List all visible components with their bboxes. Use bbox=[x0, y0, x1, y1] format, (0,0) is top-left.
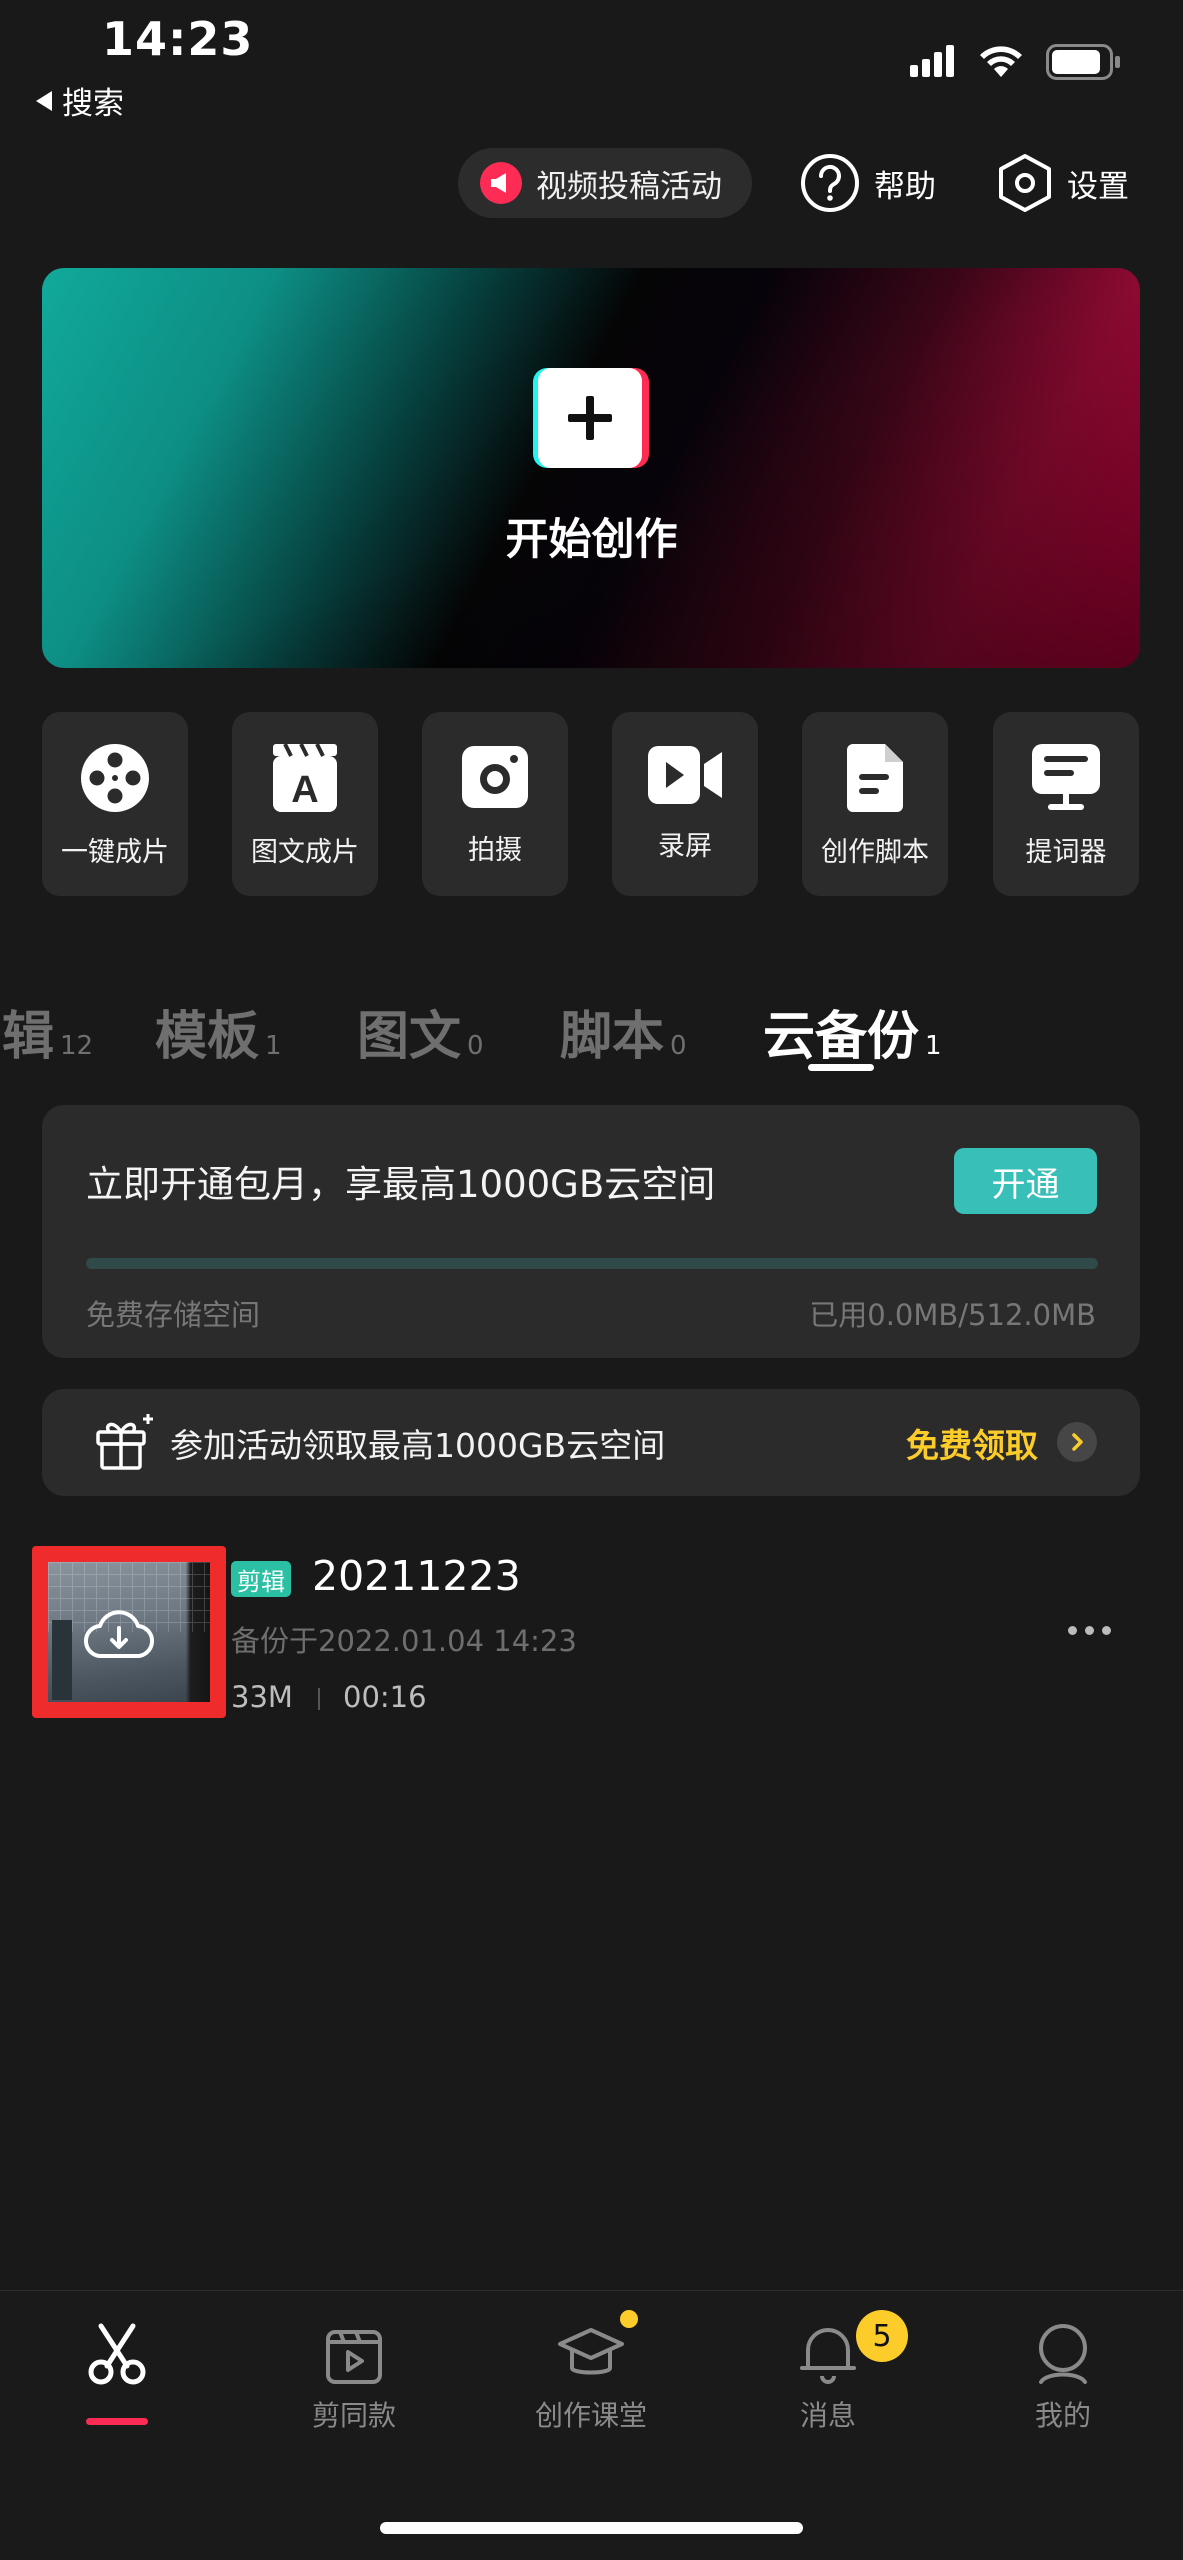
tab-cloud-backup[interactable]: 云备份 1 bbox=[763, 994, 942, 1069]
storage-used-value: 已用0.0MB/512.0MB bbox=[809, 1298, 1096, 1332]
tab-label: 辑 bbox=[2, 1007, 55, 1067]
dot bbox=[1085, 1626, 1094, 1635]
nav-label: 创作课堂 bbox=[534, 2399, 647, 2432]
back-arrow-icon bbox=[36, 90, 52, 111]
open-subscription-button[interactable]: 开通 bbox=[954, 1148, 1097, 1214]
plus-icon bbox=[568, 396, 612, 440]
help-button[interactable]: 帮助 bbox=[800, 148, 936, 218]
tool-label: 录屏 bbox=[658, 831, 712, 862]
nav-creation-class[interactable]: 创作课堂 bbox=[491, 2322, 691, 2434]
tab-count: 1 bbox=[925, 1031, 942, 1061]
tab-edit[interactable]: 辑 12 bbox=[2, 994, 93, 1069]
scissors-icon bbox=[88, 2323, 146, 2385]
tab-scripts[interactable]: 脚本 0 bbox=[560, 994, 687, 1069]
dot bbox=[1102, 1626, 1111, 1635]
nav-same-style[interactable]: 剪同款 bbox=[254, 2322, 454, 2434]
nav-label: 我的 bbox=[1034, 2399, 1091, 2432]
dot bbox=[1068, 1626, 1077, 1635]
back-to-search-link[interactable]: 搜索 bbox=[36, 78, 124, 123]
tab-count: 1 bbox=[265, 1031, 282, 1061]
wifi-icon bbox=[980, 46, 1022, 77]
tool-label: 创作脚本 bbox=[821, 837, 929, 868]
promo-label: 视频投稿活动 bbox=[536, 168, 722, 205]
help-icon bbox=[801, 154, 859, 212]
home-indicator bbox=[380, 2522, 803, 2534]
claim-free-link[interactable]: 免费领取 bbox=[906, 1419, 1038, 1467]
film-reel-icon bbox=[81, 744, 149, 812]
cellular-signal-icon bbox=[910, 45, 954, 77]
tool-text-to-video[interactable]: A 图文成片 bbox=[232, 712, 378, 896]
tab-count: 12 bbox=[60, 1031, 94, 1061]
tab-count: 0 bbox=[670, 1031, 687, 1061]
gift-icon bbox=[96, 1414, 153, 1470]
video-camera-icon bbox=[648, 746, 722, 804]
project-type-tag: 剪辑 bbox=[231, 1561, 291, 1597]
tab-graphic-text[interactable]: 图文 0 bbox=[357, 994, 484, 1069]
tool-screen-record[interactable]: 录屏 bbox=[612, 712, 758, 896]
tool-creation-script[interactable]: 创作脚本 bbox=[802, 712, 948, 896]
megaphone-icon bbox=[480, 162, 522, 204]
start-creating-banner[interactable] bbox=[42, 268, 1140, 668]
chevron-right-icon[interactable] bbox=[1057, 1422, 1097, 1462]
bell-icon bbox=[800, 2328, 856, 2384]
tool-one-click-video[interactable]: 一键成片 bbox=[42, 712, 188, 896]
status-time: 14:23 bbox=[102, 12, 254, 66]
project-backup-time: 备份于2022.01.04 14:23 bbox=[231, 1624, 577, 1658]
messages-count-badge: 5 bbox=[856, 2310, 908, 2362]
video-submission-event-button[interactable]: 视频投稿活动 bbox=[458, 148, 752, 218]
graduation-cap-icon bbox=[558, 2328, 624, 2375]
tab-templates[interactable]: 模板 1 bbox=[155, 994, 282, 1069]
nav-label: 剪同款 bbox=[311, 2399, 396, 2432]
tool-label: 拍摄 bbox=[468, 835, 522, 866]
tab-label: 图文 bbox=[357, 1007, 462, 1067]
cloud-download-icon[interactable] bbox=[84, 1606, 154, 1662]
status-icons bbox=[910, 44, 1122, 80]
active-nav-indicator bbox=[86, 2418, 148, 2425]
back-search-label: 搜索 bbox=[62, 86, 124, 122]
tool-teleprompter[interactable]: 提词器 bbox=[993, 712, 1139, 896]
clapper-a-icon: A bbox=[273, 743, 337, 812]
more-options-button[interactable] bbox=[1068, 1626, 1111, 1635]
settings-label: 设置 bbox=[1067, 168, 1129, 205]
script-doc-icon bbox=[847, 744, 903, 812]
cloud-subscription-title: 立即开通包月，享最高1000GB云空间 bbox=[86, 1163, 716, 1206]
free-storage-label: 免费存储空间 bbox=[86, 1298, 261, 1332]
storage-progress-bar bbox=[86, 1258, 1098, 1269]
tab-label: 脚本 bbox=[560, 1007, 665, 1067]
settings-hexagon-icon bbox=[999, 154, 1051, 212]
battery-icon bbox=[1046, 44, 1120, 80]
cloud-event-text: 参加活动领取最高1000GB云空间 bbox=[170, 1426, 666, 1465]
new-content-dot bbox=[620, 2310, 638, 2328]
project-size: 33M bbox=[231, 1680, 293, 1714]
tab-label: 模板 bbox=[155, 1007, 260, 1067]
project-name: 20211223 bbox=[312, 1552, 521, 1600]
camera-icon bbox=[462, 746, 528, 808]
start-creating-plus-button[interactable] bbox=[533, 368, 649, 468]
tool-label: 图文成片 bbox=[251, 837, 359, 868]
tab-count: 0 bbox=[467, 1031, 484, 1061]
active-tab-indicator bbox=[808, 1064, 874, 1071]
meta-divider bbox=[318, 1688, 320, 1710]
profile-icon bbox=[1039, 2324, 1087, 2384]
nav-profile[interactable]: 我的 bbox=[963, 2322, 1163, 2434]
thumbnail-door bbox=[52, 1620, 72, 1700]
start-creating-label: 开始创作 bbox=[505, 515, 678, 565]
settings-button[interactable]: 设置 bbox=[997, 148, 1129, 218]
project-duration: 00:16 bbox=[343, 1680, 427, 1714]
tool-shoot[interactable]: 拍摄 bbox=[422, 712, 568, 896]
template-play-icon bbox=[326, 2330, 382, 2384]
nav-edit[interactable] bbox=[17, 2322, 217, 2394]
tool-label: 提词器 bbox=[1025, 837, 1107, 868]
tab-label: 云备份 bbox=[763, 1007, 920, 1067]
teleprompter-icon bbox=[1032, 744, 1100, 810]
nav-label: 消息 bbox=[799, 2399, 856, 2432]
help-label: 帮助 bbox=[874, 168, 936, 205]
svg-text:A: A bbox=[291, 769, 318, 811]
tool-label: 一键成片 bbox=[61, 837, 169, 868]
